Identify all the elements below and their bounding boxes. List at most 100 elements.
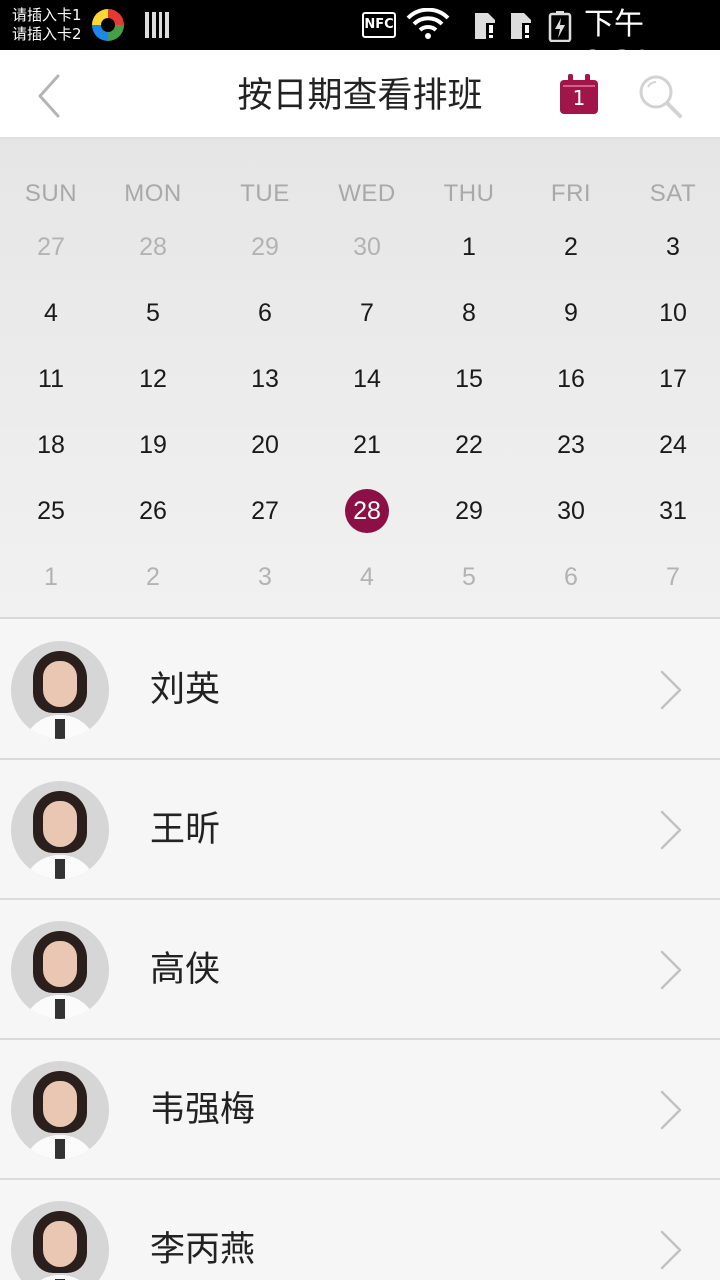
- calendar-day-number: 10: [659, 299, 687, 327]
- weekday-label: THU: [443, 180, 495, 207]
- doctor-name: 高侠: [150, 950, 221, 990]
- calendar-day-number: 20: [251, 431, 279, 459]
- calendar-day-number: 30: [353, 233, 381, 261]
- calendar-day[interactable]: 3: [235, 555, 295, 599]
- calendar-day[interactable]: 9: [541, 291, 601, 335]
- calendar-day-number: 27: [251, 497, 279, 525]
- calendar-day[interactable]: 3: [643, 225, 703, 269]
- calendar-day[interactable]: 6: [235, 291, 295, 335]
- calendar-day[interactable]: 13: [235, 357, 295, 401]
- calendar-day[interactable]: 31: [643, 489, 703, 533]
- calendar-day[interactable]: 6: [541, 555, 601, 599]
- doctor-avatar: [11, 1061, 109, 1159]
- doctor-avatar: [11, 921, 109, 1019]
- calendar-day-number: 30: [557, 497, 585, 525]
- calendar-day[interactable]: 28: [123, 225, 183, 269]
- calendar-day[interactable]: 11: [21, 357, 81, 401]
- calendar-day[interactable]: 15: [439, 357, 499, 401]
- calendar-day-number: 2: [564, 233, 578, 261]
- calendar-day-number: 15: [455, 365, 483, 393]
- doctor-row[interactable]: 韦强梅: [0, 1040, 720, 1180]
- calendar-day-number: 16: [557, 365, 585, 393]
- calendar-today-button[interactable]: 1: [560, 74, 600, 116]
- calendar-day[interactable]: 29: [439, 489, 499, 533]
- calendar-day-number: 17: [659, 365, 687, 393]
- calendar-day-number: 9: [564, 299, 578, 327]
- back-button[interactable]: [20, 70, 80, 122]
- search-button[interactable]: [636, 72, 684, 120]
- calendar-day[interactable]: 22: [439, 423, 499, 467]
- chevron-right-icon: [660, 670, 682, 710]
- calendar-day[interactable]: 18: [21, 423, 81, 467]
- doctor-name: 李丙燕: [150, 1230, 256, 1270]
- calendar-day-number: 31: [659, 497, 687, 525]
- calendar-day[interactable]: 26: [123, 489, 183, 533]
- calendar-day[interactable]: 5: [439, 555, 499, 599]
- calendar-day[interactable]: 2: [123, 555, 183, 599]
- calendar-day[interactable]: 7: [337, 291, 397, 335]
- calendar-day-number: 11: [38, 365, 64, 393]
- calendar-day[interactable]: 1: [21, 555, 81, 599]
- calendar-day[interactable]: 20: [235, 423, 295, 467]
- doctor-row[interactable]: 高侠: [0, 900, 720, 1040]
- calendar-day[interactable]: 12: [123, 357, 183, 401]
- doctor-row[interactable]: 刘英: [0, 620, 720, 760]
- calendar-day-number: 13: [251, 365, 279, 393]
- calendar-day[interactable]: 30: [337, 225, 397, 269]
- calendar-day-number: 5: [462, 563, 476, 591]
- doctor-avatar: [11, 781, 109, 879]
- weekday-header: SUN MON TUE WED THU FRI SAT: [0, 177, 720, 211]
- calendar-day-number: 24: [659, 431, 687, 459]
- weekday-label: FRI: [550, 180, 592, 207]
- sim1-missing-icon: [475, 13, 496, 39]
- calendar-day[interactable]: 1: [439, 225, 499, 269]
- calendar-day[interactable]: 4: [337, 555, 397, 599]
- calendar-day-number: 21: [353, 431, 381, 459]
- title-bar: 按日期查看排班 1: [0, 50, 720, 139]
- calendar-day-number: 28: [353, 497, 381, 525]
- calendar-day[interactable]: 16: [541, 357, 601, 401]
- sim-status: 请插入卡1 请插入卡2: [12, 6, 82, 44]
- calendar-day[interactable]: 5: [123, 291, 183, 335]
- calendar-day[interactable]: 2: [541, 225, 601, 269]
- calendar-day-number: 1: [44, 563, 58, 591]
- calendar-day-selected[interactable]: 28: [337, 489, 397, 533]
- calendar-day[interactable]: 10: [643, 291, 703, 335]
- app-screen: 请插入卡1 请插入卡2 NFC 下午 2:31: [0, 0, 720, 1280]
- calendar-day[interactable]: 27: [235, 489, 295, 533]
- doctor-name: 王昕: [150, 810, 221, 850]
- doctor-row[interactable]: 王昕: [0, 760, 720, 900]
- calendar-day-number: 28: [139, 233, 167, 261]
- chevron-right-icon: [660, 1230, 682, 1270]
- calendar-day[interactable]: 29: [235, 225, 295, 269]
- month-calendar: SUN MON TUE WED THU FRI SAT 27 28 29 30 1 2 3 4 5 6 7 8 9 1…: [0, 139, 720, 619]
- calendar-badge-number: 1: [572, 86, 586, 110]
- calendar-day[interactable]: 23: [541, 423, 601, 467]
- calendar-day-number: 4: [360, 563, 374, 591]
- calendar-day-number: 23: [557, 431, 585, 459]
- calendar-day-number: 29: [455, 497, 483, 525]
- calendar-day[interactable]: 25: [21, 489, 81, 533]
- calendar-day[interactable]: 8: [439, 291, 499, 335]
- doctor-name: 刘英: [150, 670, 221, 710]
- calendar-day[interactable]: 14: [337, 357, 397, 401]
- calendar-day[interactable]: 24: [643, 423, 703, 467]
- doctor-name: 韦强梅: [150, 1090, 256, 1130]
- doctor-row[interactable]: 李丙燕: [0, 1180, 720, 1280]
- chevron-right-icon: [660, 1090, 682, 1130]
- calendar-day-number: 3: [258, 563, 272, 591]
- calendar-day[interactable]: 4: [21, 291, 81, 335]
- calendar-day-number: 3: [666, 233, 680, 261]
- calendar-day[interactable]: 30: [541, 489, 601, 533]
- calendar-day[interactable]: 27: [21, 225, 81, 269]
- weekday-label: WED: [338, 180, 396, 207]
- status-bar: 请插入卡1 请插入卡2 NFC 下午 2:31: [0, 0, 720, 80]
- calendar-day[interactable]: 17: [643, 357, 703, 401]
- calendar-day[interactable]: 7: [643, 555, 703, 599]
- calendar-day[interactable]: 21: [337, 423, 397, 467]
- weekday-label: TUE: [240, 180, 290, 207]
- calendar-day-number: 7: [360, 299, 374, 327]
- calendar-day[interactable]: 19: [123, 423, 183, 467]
- storage-notification-icon: [145, 12, 169, 38]
- app-notification-icon: [92, 9, 124, 41]
